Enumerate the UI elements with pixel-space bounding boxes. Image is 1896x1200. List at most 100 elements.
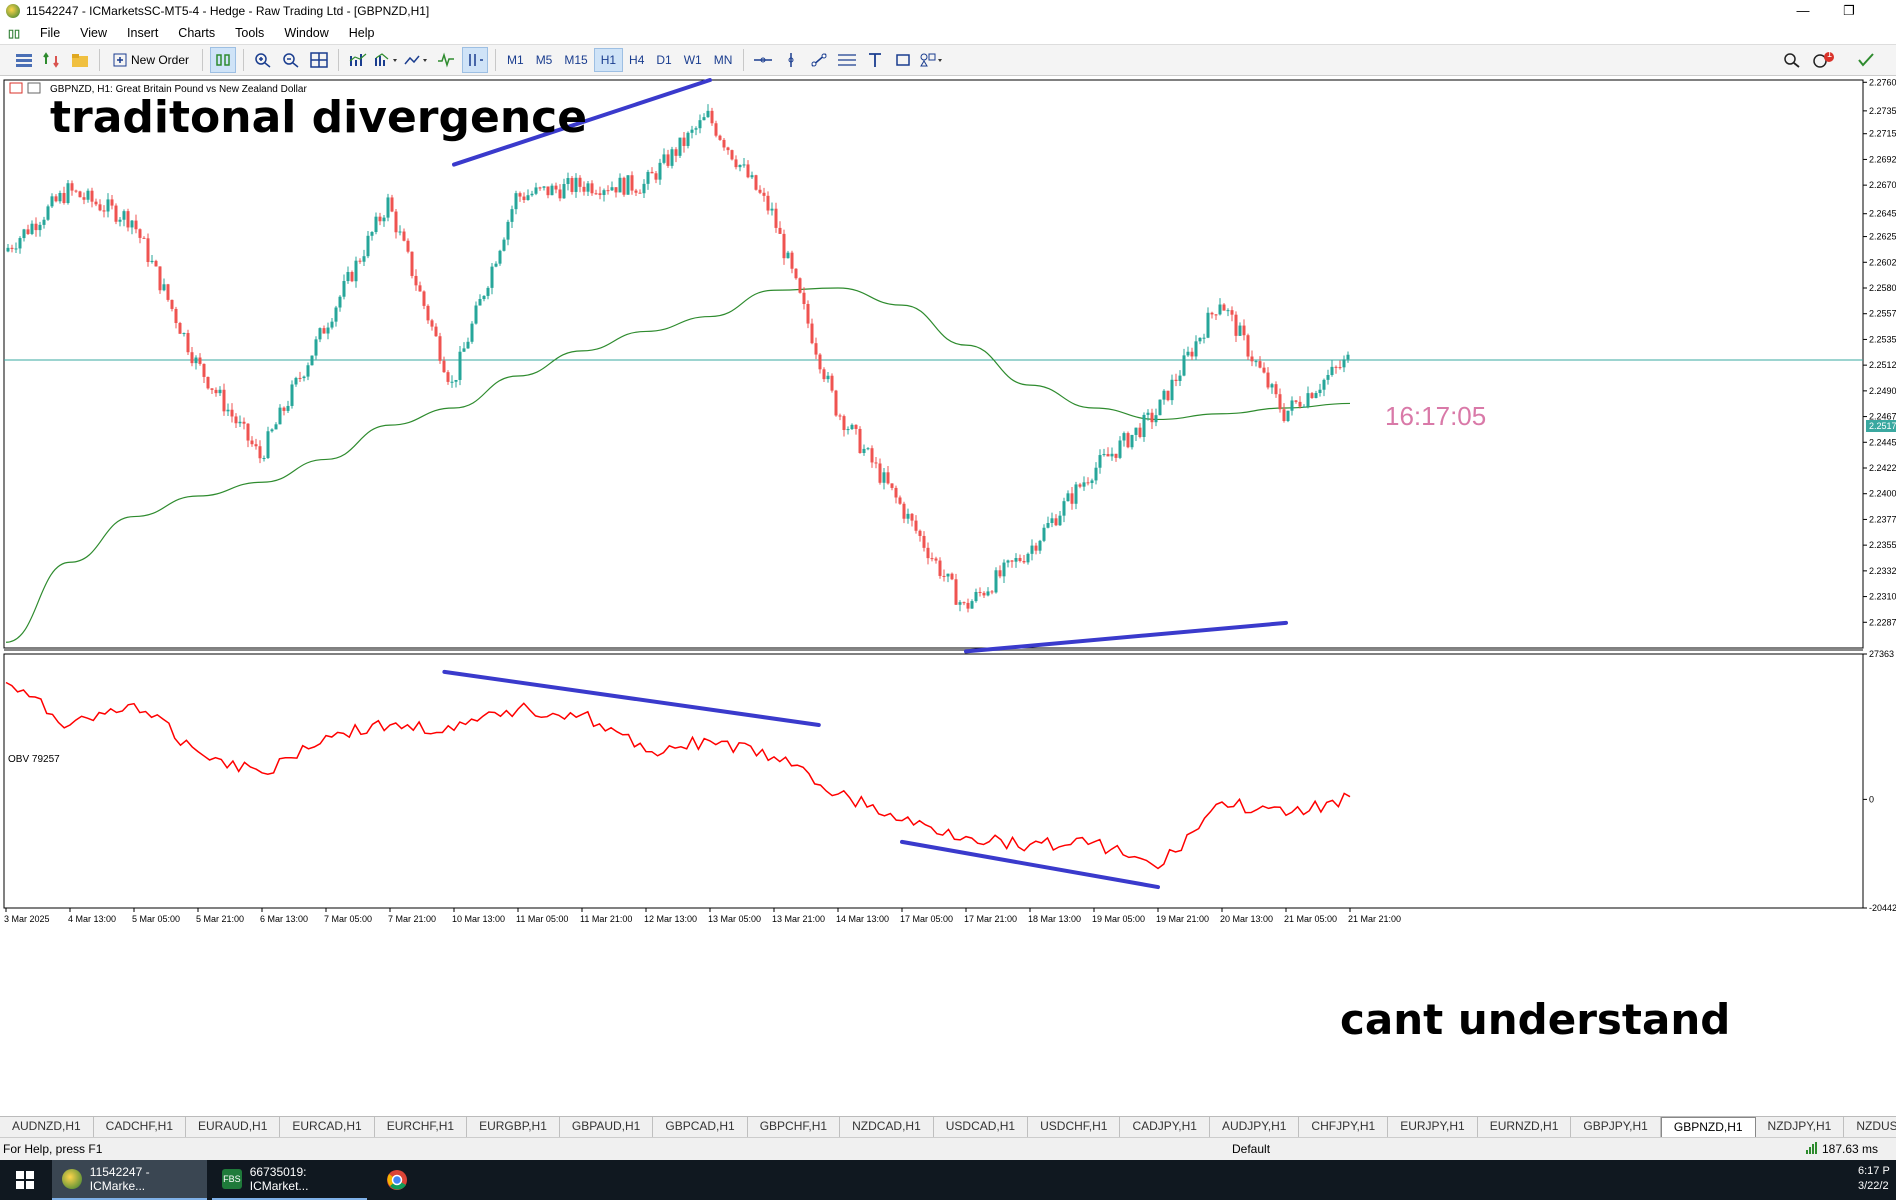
signals-icon[interactable] bbox=[1854, 48, 1878, 72]
text-tool-icon[interactable] bbox=[863, 48, 887, 72]
candle-body bbox=[134, 220, 138, 230]
candle-body bbox=[818, 354, 822, 370]
chart-window[interactable]: 2.27600 2.27350 2.27150 2.26925 2.26700 2.264… bbox=[0, 76, 1896, 1110]
candle-body bbox=[766, 195, 770, 211]
symbol-tab[interactable]: USDCAD,H1 bbox=[934, 1117, 1029, 1137]
candle-body bbox=[538, 187, 542, 189]
timeframe-m5[interactable]: M5 bbox=[530, 49, 559, 71]
symbol-tab[interactable]: AUDNZD,H1 bbox=[0, 1117, 94, 1137]
menu-insert[interactable]: Insert bbox=[117, 26, 168, 40]
signal-icon[interactable] bbox=[434, 48, 458, 72]
menu-view[interactable]: View bbox=[70, 26, 117, 40]
candle-body bbox=[1166, 390, 1170, 401]
zoom-in-icon[interactable] bbox=[251, 48, 275, 72]
symbol-tab[interactable]: EURNZD,H1 bbox=[1478, 1117, 1572, 1137]
symbol-tab[interactable]: EURGBP,H1 bbox=[467, 1117, 560, 1137]
restore-button[interactable]: ❐ bbox=[1826, 0, 1872, 22]
symbol-tab[interactable]: GBPJPY,H1 bbox=[1571, 1117, 1661, 1137]
exchange-icon[interactable] bbox=[40, 48, 64, 72]
candle-body bbox=[554, 185, 558, 190]
candle-body bbox=[1314, 393, 1318, 399]
candle-body bbox=[754, 175, 758, 190]
candle-body bbox=[430, 320, 434, 327]
taskbar-item-chrome[interactable] bbox=[382, 1160, 412, 1200]
profile-name[interactable]: Default bbox=[1232, 1142, 1270, 1156]
market-watch-icon[interactable] bbox=[12, 48, 36, 72]
timeframe-h1[interactable]: H1 bbox=[593, 48, 624, 72]
search-icon[interactable] bbox=[1780, 48, 1804, 72]
system-clock[interactable]: 6:17 P 3/22/2 bbox=[1858, 1164, 1890, 1194]
symbol-tab[interactable]: CADCHF,H1 bbox=[94, 1117, 187, 1137]
crosshair-line-icon[interactable] bbox=[751, 48, 775, 72]
notifications-icon[interactable]: 1 bbox=[1812, 48, 1836, 72]
timeframe-mn[interactable]: MN bbox=[708, 49, 739, 71]
candle-body bbox=[1086, 482, 1090, 484]
symbol-tab[interactable]: EURJPY,H1 bbox=[1388, 1117, 1478, 1137]
symbol-tab[interactable]: NZDJPY,H1 bbox=[1756, 1117, 1845, 1137]
vertical-line-icon[interactable] bbox=[779, 48, 803, 72]
candle-body bbox=[750, 175, 754, 178]
chart-menu-icon[interactable]: ▯▯ bbox=[8, 27, 22, 40]
menu-window[interactable]: Window bbox=[274, 26, 338, 40]
channel-icon[interactable] bbox=[835, 48, 859, 72]
candle-body bbox=[1154, 415, 1158, 423]
plus-icon bbox=[113, 53, 127, 67]
candle-body bbox=[186, 333, 190, 353]
symbol-tab[interactable]: CHFJPY,H1 bbox=[1299, 1117, 1389, 1137]
candle-body bbox=[142, 237, 146, 239]
symbol-tab[interactable]: GBPCHF,H1 bbox=[748, 1117, 841, 1137]
symbol-tab[interactable]: NZDUSD,H1 bbox=[1844, 1117, 1896, 1137]
candle-body bbox=[1302, 406, 1306, 408]
symbol-tab[interactable]: EURAUD,H1 bbox=[186, 1117, 281, 1137]
candle-body bbox=[374, 216, 378, 233]
menu-tools[interactable]: Tools bbox=[225, 26, 274, 40]
new-order-button[interactable]: New Order bbox=[107, 48, 195, 72]
timeframe-m15[interactable]: M15 bbox=[558, 49, 593, 71]
candle-body bbox=[246, 423, 250, 441]
chart-canvas[interactable]: 2.27600 2.27350 2.27150 2.26925 2.26700 2.264… bbox=[0, 76, 1896, 1110]
taskbar-item-mt5-2[interactable]: FBS 66735019: ICMarket... bbox=[212, 1160, 367, 1200]
candle-body bbox=[342, 281, 346, 297]
symbol-tab[interactable]: GBPCAD,H1 bbox=[653, 1117, 748, 1137]
start-button[interactable] bbox=[0, 1160, 50, 1200]
menu-file[interactable]: File bbox=[30, 26, 70, 40]
rectangle-tool-icon[interactable] bbox=[891, 48, 915, 72]
minimize-button[interactable]: — bbox=[1780, 0, 1826, 22]
symbol-tab[interactable]: AUDJPY,H1 bbox=[1210, 1117, 1300, 1137]
symbol-tab[interactable]: CADJPY,H1 bbox=[1120, 1117, 1210, 1137]
symbol-tab[interactable]: GBPNZD,H1 bbox=[1660, 1117, 1756, 1137]
candle-body bbox=[510, 209, 514, 222]
algo-trading-icon[interactable] bbox=[210, 47, 237, 73]
trendline-icon[interactable] bbox=[807, 48, 831, 72]
symbol-tab[interactable]: USDCHF,H1 bbox=[1028, 1117, 1121, 1137]
timeframe-m1[interactable]: M1 bbox=[501, 49, 530, 71]
candle-body bbox=[594, 193, 598, 195]
candle-body bbox=[1114, 453, 1118, 458]
menu-charts[interactable]: Charts bbox=[168, 26, 225, 40]
symbol-tab[interactable]: EURCAD,H1 bbox=[280, 1117, 375, 1137]
timeframe-h4[interactable]: H4 bbox=[623, 49, 650, 71]
menu-help[interactable]: Help bbox=[339, 26, 385, 40]
tile-windows-icon[interactable] bbox=[307, 48, 331, 72]
symbol-tab[interactable]: GBPAUD,H1 bbox=[560, 1117, 654, 1137]
candle-body bbox=[758, 189, 762, 193]
y-axis-label: 2.27350 bbox=[1869, 106, 1896, 116]
candle-body bbox=[482, 295, 486, 300]
taskbar-item-mt5-1[interactable]: 11542247 - ICMarke... bbox=[52, 1160, 207, 1200]
symbol-tab[interactable]: NZDCAD,H1 bbox=[840, 1117, 934, 1137]
chart-type-dropdown-icon[interactable] bbox=[374, 48, 400, 72]
indicators-icon[interactable] bbox=[346, 48, 370, 72]
candle-body bbox=[882, 472, 886, 483]
objects-dropdown-icon[interactable] bbox=[404, 48, 430, 72]
chart-shift-icon[interactable] bbox=[462, 47, 489, 73]
shapes-dropdown-icon[interactable] bbox=[919, 48, 945, 72]
candle-body bbox=[930, 558, 934, 560]
symbol-tab[interactable]: EURCHF,H1 bbox=[375, 1117, 468, 1137]
candle-body bbox=[846, 429, 850, 431]
folder-icon[interactable] bbox=[68, 48, 92, 72]
timeframe-d1[interactable]: D1 bbox=[650, 49, 677, 71]
zoom-out-icon[interactable] bbox=[279, 48, 303, 72]
candle-body bbox=[270, 429, 274, 432]
timeframe-w1[interactable]: W1 bbox=[678, 49, 708, 71]
candle-body bbox=[278, 407, 282, 425]
